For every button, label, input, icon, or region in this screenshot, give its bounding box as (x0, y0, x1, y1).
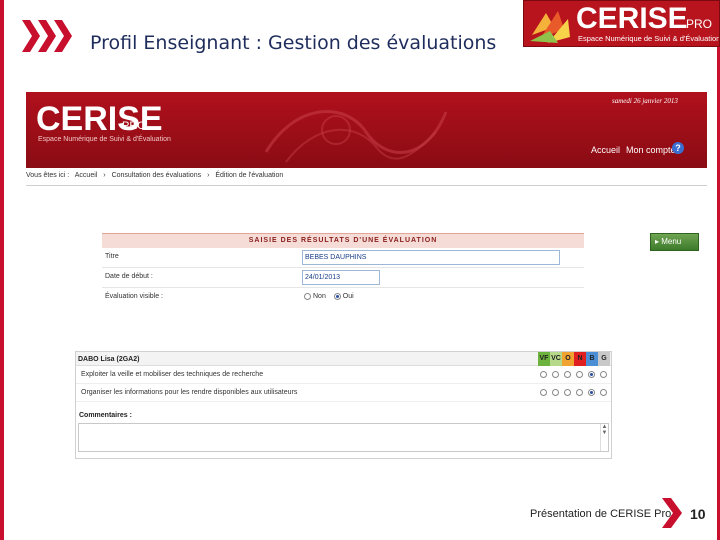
comments-scrollbar[interactable]: ▲ ▼ (600, 424, 608, 451)
logo-text: CERISE (576, 2, 688, 35)
level-column-vf: VF (538, 352, 550, 366)
level-column-vc: VC (550, 352, 562, 366)
breadcrumb-prefix: Vous êtes ici : (26, 172, 70, 179)
breadcrumb-consultation[interactable]: Consultation des évaluations (112, 172, 202, 179)
footer-text: Présentation de CERISE Pro (530, 508, 672, 520)
level-radio-vc[interactable] (552, 371, 559, 378)
comments-label: Commentaires : (79, 412, 132, 419)
nav-account-link[interactable]: Mon compte (626, 145, 676, 155)
form-heading: SAISIE DES RÉSULTATS D'UNE ÉVALUATION (102, 233, 584, 248)
app-logo-pro: PRO (122, 120, 146, 132)
title-label: Titre (105, 253, 119, 260)
radio-yes[interactable] (333, 293, 341, 300)
level-radio-b[interactable] (588, 371, 595, 378)
student-evaluation-panel: DABO Lisa (2GA2) VF VC O N B G Exploiter la v… (75, 351, 612, 459)
menu-button[interactable]: ▸ Menu (650, 233, 699, 251)
evaluation-form: SAISIE DES RÉSULTATS D'UNE ÉVALUATION Ti… (102, 233, 584, 315)
breadcrumb-divider (26, 185, 707, 186)
date-row: Date de début : 24/01/2013 (102, 268, 584, 288)
student-name: DABO Lisa (2GA2) (78, 356, 140, 363)
criterion-label: Organiser les informations pour les rend… (81, 389, 298, 396)
level-radio-vc[interactable] (552, 389, 559, 396)
level-radio-g[interactable] (600, 371, 607, 378)
slide-border-left (0, 0, 4, 540)
level-radio-o[interactable] (564, 389, 571, 396)
breadcrumb-home[interactable]: Accueil (75, 172, 98, 179)
title-row: Titre BEBES DAUPHINS (102, 248, 584, 268)
date-label: Date de début : (105, 273, 153, 280)
help-icon[interactable]: ? (672, 142, 684, 154)
visible-label: Évaluation visible : (105, 293, 163, 300)
logo-pro-text: PRO (686, 17, 713, 31)
breadcrumb: Vous êtes ici : Accueil › Consultation d… (26, 172, 707, 186)
level-columns: VF VC O N B G (538, 352, 610, 366)
level-column-n: N (574, 352, 586, 366)
decorative-swirl-icon (264, 110, 448, 163)
app-header: CERISE PRO Espace Numérique de Suivi & d… (26, 92, 707, 168)
slide-title: Profil Enseignant : Gestion des évaluati… (90, 32, 497, 54)
level-column-g: G (598, 352, 610, 366)
level-radio-n[interactable] (576, 389, 583, 396)
footer-chevron-icon (662, 498, 682, 528)
breadcrumb-separator: › (103, 172, 106, 179)
criterion-radios (540, 371, 612, 378)
level-radio-vf[interactable] (540, 371, 547, 378)
flower-logo-icon (530, 11, 570, 43)
page-number: 10 (690, 506, 706, 522)
breadcrumb-separator: › (207, 172, 210, 179)
level-radio-n[interactable] (576, 371, 583, 378)
visible-option-yes[interactable]: Oui (333, 293, 354, 300)
criterion-row: Exploiter la veille et mobiliser des tec… (76, 366, 611, 384)
chevrons-icon (22, 20, 72, 52)
comments-textarea[interactable]: ▲ ▼ (78, 423, 609, 452)
radio-no[interactable] (304, 293, 311, 300)
app-logo-subtitle: Espace Numérique de Suivi & d'Évaluation (38, 136, 171, 143)
level-radio-g[interactable] (600, 389, 607, 396)
level-column-o: O (562, 352, 574, 366)
criterion-row: Organiser les informations pour les rend… (76, 384, 611, 402)
app-screenshot: CERISE PRO Espace Numérique de Suivi & d… (26, 92, 707, 487)
criterion-radios (540, 389, 612, 396)
criterion-label: Exploiter la veille et mobiliser des tec… (81, 371, 264, 378)
current-date: samedi 26 janvier 2013 (612, 97, 678, 105)
visible-radio-group: Non Oui (304, 293, 360, 300)
title-input[interactable]: BEBES DAUPHINS (302, 250, 560, 265)
visible-option-no[interactable]: Non (304, 293, 326, 300)
breadcrumb-current: Édition de l'évaluation (215, 172, 284, 179)
visible-row: Évaluation visible : Non Oui (102, 288, 584, 308)
logo-subtitle: Espace Numérique de Suivi & d'Évaluation (578, 34, 720, 43)
level-radio-o[interactable] (564, 371, 571, 378)
nav-home-link[interactable]: Accueil (591, 145, 620, 155)
level-column-b: B (586, 352, 598, 366)
evaluation-header (76, 352, 611, 366)
cerise-pro-logo: CERISE PRO Espace Numérique de Suivi & d… (523, 0, 720, 47)
level-radio-vf[interactable] (540, 389, 547, 396)
date-input[interactable]: 24/01/2013 (302, 270, 380, 285)
level-radio-b[interactable] (588, 389, 595, 396)
